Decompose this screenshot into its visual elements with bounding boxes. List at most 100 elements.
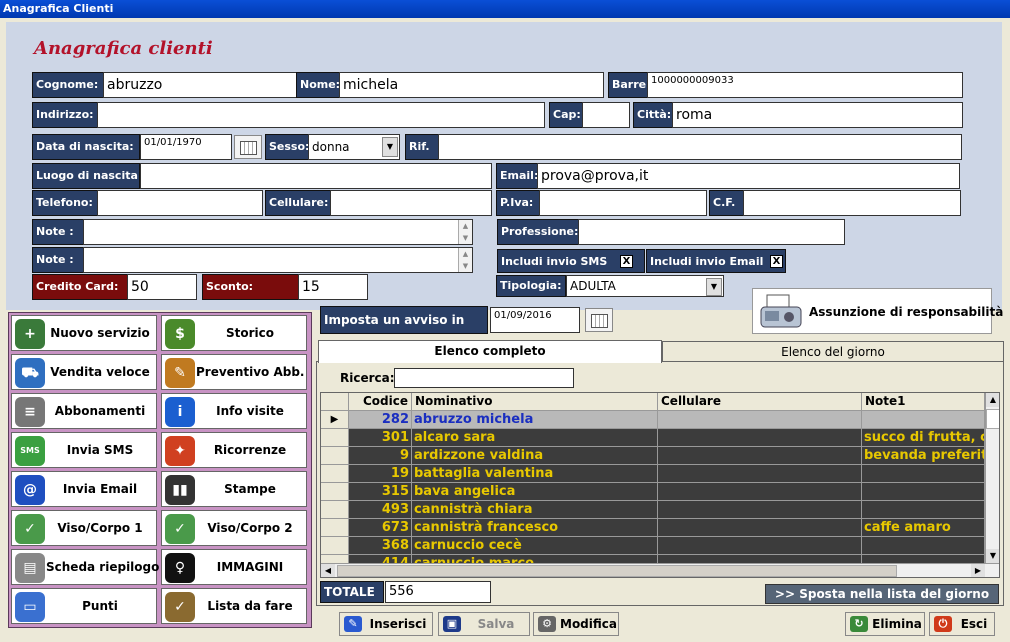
cognome-input[interactable]: abruzzo [103,72,297,98]
row-indicator[interactable] [321,519,349,537]
data-nascita-input[interactable]: 01/01/1970 [140,134,232,160]
col-cellulare[interactable]: Cellulare [658,393,862,411]
note1-input[interactable]: ▲ ▼ [83,219,473,245]
sconto-input[interactable]: 15 [298,274,368,300]
email-checkbox[interactable]: X [770,255,783,268]
cart-icon: ⛟ [15,358,45,388]
menu-lista-da-fare-button[interactable]: ✓ Lista da fare [161,588,307,624]
nome-input[interactable]: michela [339,72,604,98]
sposta-button[interactable]: >> Sposta nella lista del giorno [765,584,999,604]
cellulare-input[interactable] [330,190,492,216]
rif-input[interactable] [438,134,962,160]
inserisci-button[interactable]: ✎ Inserisci [339,612,433,636]
cap-input[interactable] [582,102,630,128]
row-indicator[interactable] [321,537,349,555]
table-row[interactable]: 673 cannistrà francesco caffe amaro [321,519,985,537]
sms-checkbox[interactable]: X [620,255,633,268]
salva-button[interactable]: ▣ Salva [438,612,530,636]
row-indicator[interactable] [321,465,349,483]
menu-invia-email-button[interactable]: @ Invia Email [11,471,157,507]
menu-info-visite-button[interactable]: i Info visite [161,393,307,429]
row-indicator[interactable]: ▶ [321,411,349,429]
elimina-button[interactable]: ↻ Elimina [845,612,925,636]
esci-button[interactable]: ⏻ Esci [929,612,995,636]
chevron-down-icon[interactable]: ▼ [382,137,398,157]
chevron-down-icon[interactable]: ▼ [706,278,722,296]
cf-input[interactable] [743,190,961,216]
table-row[interactable]: 315 bava angelica [321,483,985,501]
scroll-left-icon[interactable]: ◀ [321,564,335,577]
citta-input[interactable]: roma [672,102,963,128]
col-nominativo[interactable]: Nominativo [412,393,658,411]
menu-viso-corpo-2-button[interactable]: ✓ Viso/Corpo 2 [161,510,307,546]
table-row[interactable]: 301 alcaro sara succo di frutta, co [321,429,985,447]
menu-preventivo-abb-button[interactable]: ✎ Preventivo Abb. [161,354,307,390]
menu-storico-button[interactable]: $ Storico [161,315,307,351]
professione-input[interactable] [578,219,845,245]
citta-label: Città: [633,102,673,128]
cell-codice: 282 [349,411,412,429]
cell-cellulare [658,483,862,501]
menu-nuovo-servizio-button[interactable]: + Nuovo servizio [11,315,157,351]
scroll-right-icon[interactable]: ▶ [971,564,985,577]
note1-scrollbar[interactable]: ▲ ▼ [458,220,472,244]
menu-ricorrenze-button[interactable]: ✦ Ricorrenze [161,432,307,468]
avviso-date-input[interactable]: 01/09/2016 [490,307,580,333]
credito-input[interactable]: 50 [127,274,197,300]
menu-scheda-riepilogo-button[interactable]: ▤ Scheda riepilogo [11,549,159,585]
barre-label: Barre [608,72,648,98]
ricerca-input[interactable] [394,368,574,388]
salva-label: Salva [477,617,515,631]
sesso-select[interactable]: donna ▼ [308,134,400,160]
menu-stampe-button[interactable]: ▮▮ Stampe [161,471,307,507]
table-row[interactable]: ▶ 282 abruzzo michela [321,411,985,429]
scroll-thumb[interactable] [986,409,999,429]
assunzione-label: Assunzione di responsabilità [809,305,1004,319]
menu-punti-button[interactable]: ▭ Punti [11,588,157,624]
window-title-bar: Anagrafica Clienti [0,0,1010,18]
grid-vscrollbar[interactable]: ▲ ▼ [985,393,999,563]
grid-hscrollbar[interactable]: ◀ ▶ [321,563,999,577]
tipologia-select[interactable]: ADULTA ▼ [566,275,724,297]
tab-elenco-giorno[interactable]: Elenco del giorno [662,341,1004,363]
menu-viso-corpo-1-button[interactable]: ✓ Viso/Corpo 1 [11,510,157,546]
telefono-input[interactable] [97,190,263,216]
menu-item-label: Lista da fare [207,599,293,613]
menu-item-label: Invia Email [62,482,138,496]
calendar-icon[interactable] [234,135,262,159]
row-indicator[interactable] [321,501,349,519]
esci-label: Esci [960,617,988,631]
menu-invia-sms-button[interactable]: SMS Invia SMS [11,432,157,468]
barcode-input[interactable]: 1000000009033 [647,72,963,98]
table-row[interactable]: 493 cannistrà chiara [321,501,985,519]
row-indicator[interactable] [321,447,349,465]
email-label: Email: [496,163,538,189]
luogo-nascita-input[interactable] [140,163,492,189]
email-input[interactable]: prova@prova,it [537,163,960,189]
cell-codice: 315 [349,483,412,501]
table-row[interactable]: 9 ardizzone valdina bevanda preferita [321,447,985,465]
cell-nominativo: abruzzo michela [412,411,658,429]
tab-elenco-completo[interactable]: Elenco completo [318,340,662,363]
table-row[interactable]: 19 battaglia valentina [321,465,985,483]
menu-vendita-veloce-button[interactable]: ⛟ Vendita veloce [11,354,157,390]
note2-scrollbar[interactable]: ▲ ▼ [458,248,472,272]
assunzione-button[interactable]: Assunzione di responsabilità [752,288,1003,334]
scroll-down-icon[interactable]: ▼ [986,549,999,563]
sesso-label: Sesso: [265,134,309,160]
col-codice[interactable]: Codice [349,393,412,411]
indirizzo-input[interactable] [97,102,545,128]
menu-abbonamenti-button[interactable]: ≡ Abbonamenti [11,393,157,429]
col-note1[interactable]: Note1 [862,393,985,411]
modifica-button[interactable]: ⚙ Modifica [533,612,619,636]
cell-note1 [862,483,985,501]
row-indicator[interactable] [321,429,349,447]
table-row[interactable]: 368 carnuccio cecè [321,537,985,555]
avviso-calendar-icon[interactable] [585,308,613,332]
menu-immagini-button[interactable]: ♀ IMMAGINI [161,549,307,585]
note2-input[interactable]: ▲ ▼ [83,247,473,273]
row-indicator[interactable] [321,483,349,501]
piva-input[interactable] [539,190,707,216]
scroll-up-icon[interactable]: ▲ [986,393,999,407]
hscroll-thumb[interactable] [337,565,897,577]
